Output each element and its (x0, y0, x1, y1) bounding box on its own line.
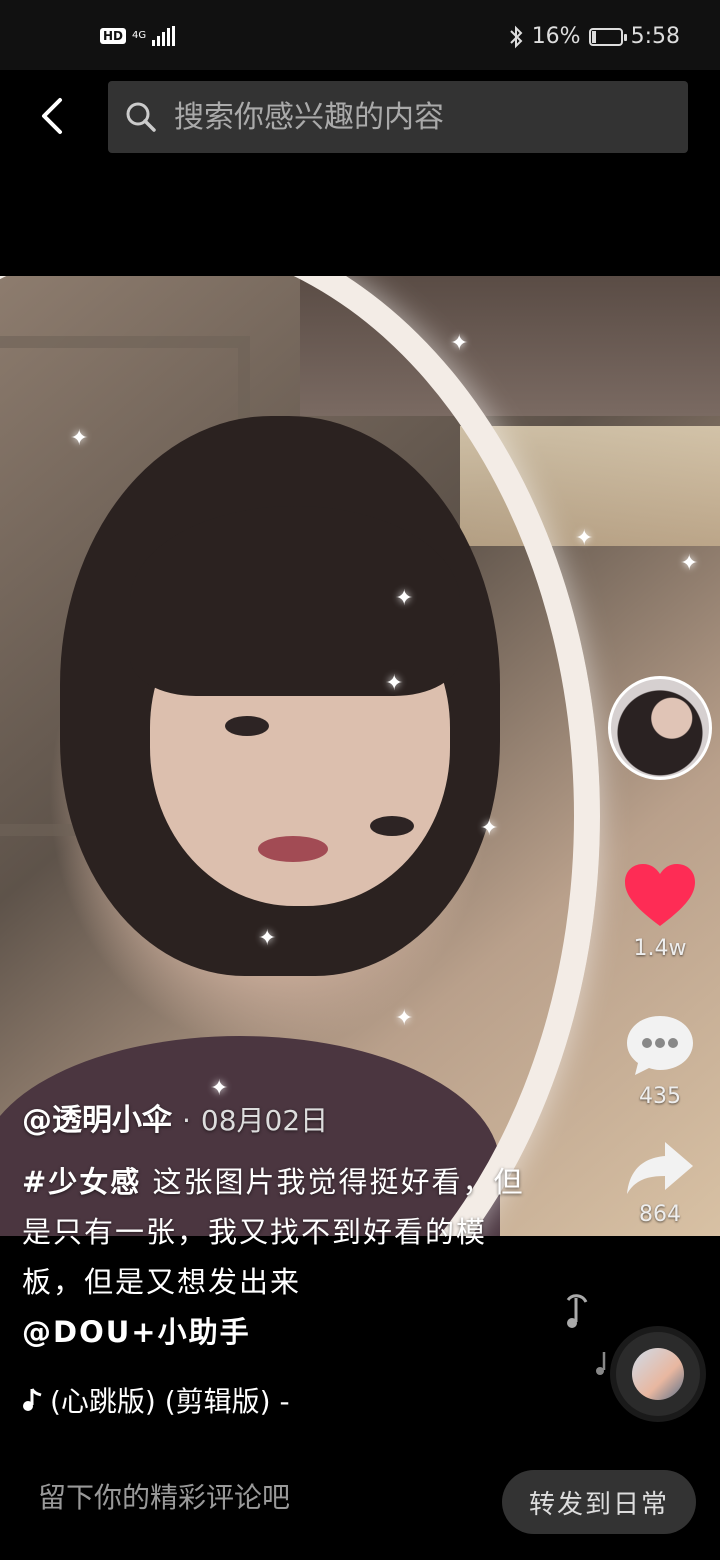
sparkle-icon: ✦ (450, 331, 469, 356)
album-cover (632, 1348, 684, 1400)
signal-icon (152, 26, 176, 46)
sparkle-icon: ✦ (385, 671, 404, 696)
separator-dot: · (182, 1104, 191, 1137)
mention-link[interactable]: @DOU+小助手 (22, 1315, 251, 1349)
mirror-ring (0, 276, 600, 1236)
clock: 5:58 (630, 24, 680, 49)
share-icon (627, 1142, 693, 1194)
search-input[interactable] (172, 98, 688, 136)
author-name[interactable]: @透明小伞 (22, 1095, 172, 1139)
chevron-left-icon (42, 98, 62, 134)
music-disc[interactable] (610, 1326, 706, 1422)
heart-icon (625, 864, 695, 926)
author-avatar[interactable] (608, 676, 712, 780)
like-button[interactable]: 1.4w (608, 862, 712, 961)
hashtag-link[interactable]: #少女感 (22, 1165, 141, 1199)
status-bar-right: 16% 5:58 (508, 24, 680, 49)
hd-badge: HD (100, 28, 127, 44)
battery-icon (588, 27, 627, 46)
post-description: #少女感 这张图片我觉得挺好看，但是只有一张，我又找不到好看的模板，但是又想发出… (22, 1157, 542, 1357)
comment-icon (627, 1016, 693, 1075)
share-count: 864 (639, 1202, 681, 1227)
floating-notes-icon (566, 1294, 606, 1375)
search-icon (126, 102, 156, 132)
status-bar: HD 4G 16% 5:58 (0, 0, 720, 70)
music-title: (心跳版) (剪辑版) - (50, 1385, 290, 1418)
back-button[interactable] (30, 94, 74, 138)
comment-input[interactable] (36, 1480, 480, 1515)
sparkle-icon: ✦ (395, 1006, 414, 1031)
bottom-bar: 转发到日常 (0, 1462, 720, 1560)
share-button[interactable]: 864 (608, 1140, 712, 1227)
repost-button[interactable]: 转发到日常 (502, 1470, 696, 1534)
status-bar-left: HD 4G (100, 26, 176, 46)
network-type: 4G (132, 30, 147, 41)
sparkle-icon: ✦ (258, 926, 277, 951)
sparkle-icon: ✦ (680, 551, 699, 576)
battery-percent: 16% (531, 24, 581, 49)
post-date: 08月02日 (200, 1104, 329, 1137)
music-info[interactable]: (心跳版) (剪辑版) - (22, 1380, 290, 1420)
like-count: 1.4w (633, 936, 687, 961)
comment-count: 435 (639, 1084, 681, 1109)
sparkle-icon: ✦ (395, 586, 414, 611)
sparkle-icon: ✦ (575, 526, 594, 551)
post-caption: @透明小伞 · 08月02日 #少女感 这张图片我觉得挺好看，但是只有一张，我又… (22, 1095, 542, 1357)
sparkle-icon: ✦ (480, 816, 499, 841)
sparkle-icon: ✦ (70, 426, 89, 451)
search-bar[interactable] (108, 81, 688, 153)
author-line: @透明小伞 · 08月02日 (22, 1095, 542, 1139)
comment-button[interactable]: 435 (608, 1012, 712, 1109)
top-bar (0, 70, 720, 166)
music-note-icon (23, 1388, 42, 1411)
bluetooth-icon (509, 25, 523, 48)
